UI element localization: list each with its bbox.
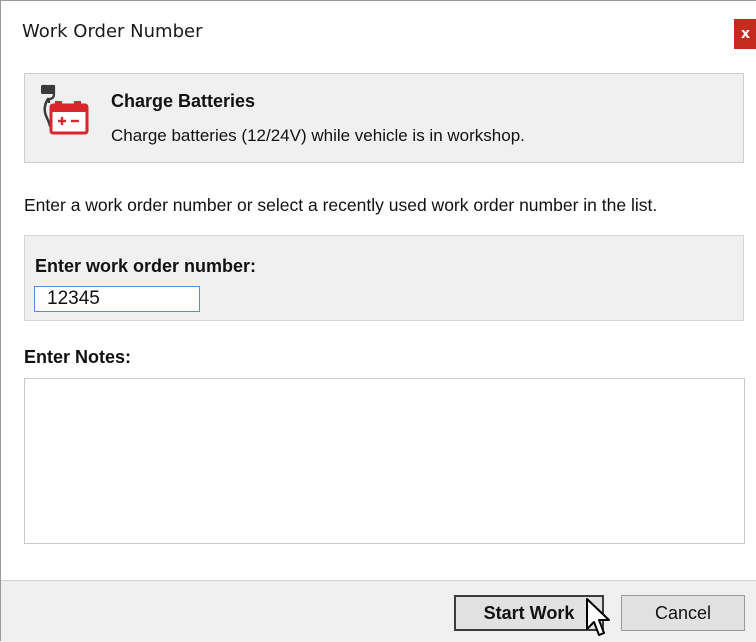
notes-label: Enter Notes: xyxy=(24,347,132,367)
work-order-panel: Enter work order number: xyxy=(24,235,744,321)
close-button[interactable]: x xyxy=(734,19,756,49)
close-icon: x xyxy=(740,26,751,42)
title-bar: Work Order Number x xyxy=(1,1,756,59)
cancel-button[interactable]: Cancel xyxy=(621,595,745,631)
task-title: Charge Batteries xyxy=(111,91,256,111)
notes-textarea[interactable] xyxy=(24,378,745,544)
task-description: Charge batteries (12/24V) while vehicle … xyxy=(111,126,525,145)
work-order-dialog: Work Order Number x Charge Batteries Cha… xyxy=(0,0,756,642)
dialog-title: Work Order Number xyxy=(22,21,203,42)
instruction-text: Enter a work order number or select a re… xyxy=(24,195,658,215)
work-order-label: Enter work order number: xyxy=(35,256,257,276)
battery-charge-icon xyxy=(41,84,89,135)
work-order-input[interactable] xyxy=(34,286,200,312)
start-work-button[interactable]: Start Work xyxy=(454,595,604,631)
task-info-panel: Charge Batteries Charge batteries (12/24… xyxy=(24,73,744,163)
dialog-footer: Start Work Cancel xyxy=(1,580,756,642)
